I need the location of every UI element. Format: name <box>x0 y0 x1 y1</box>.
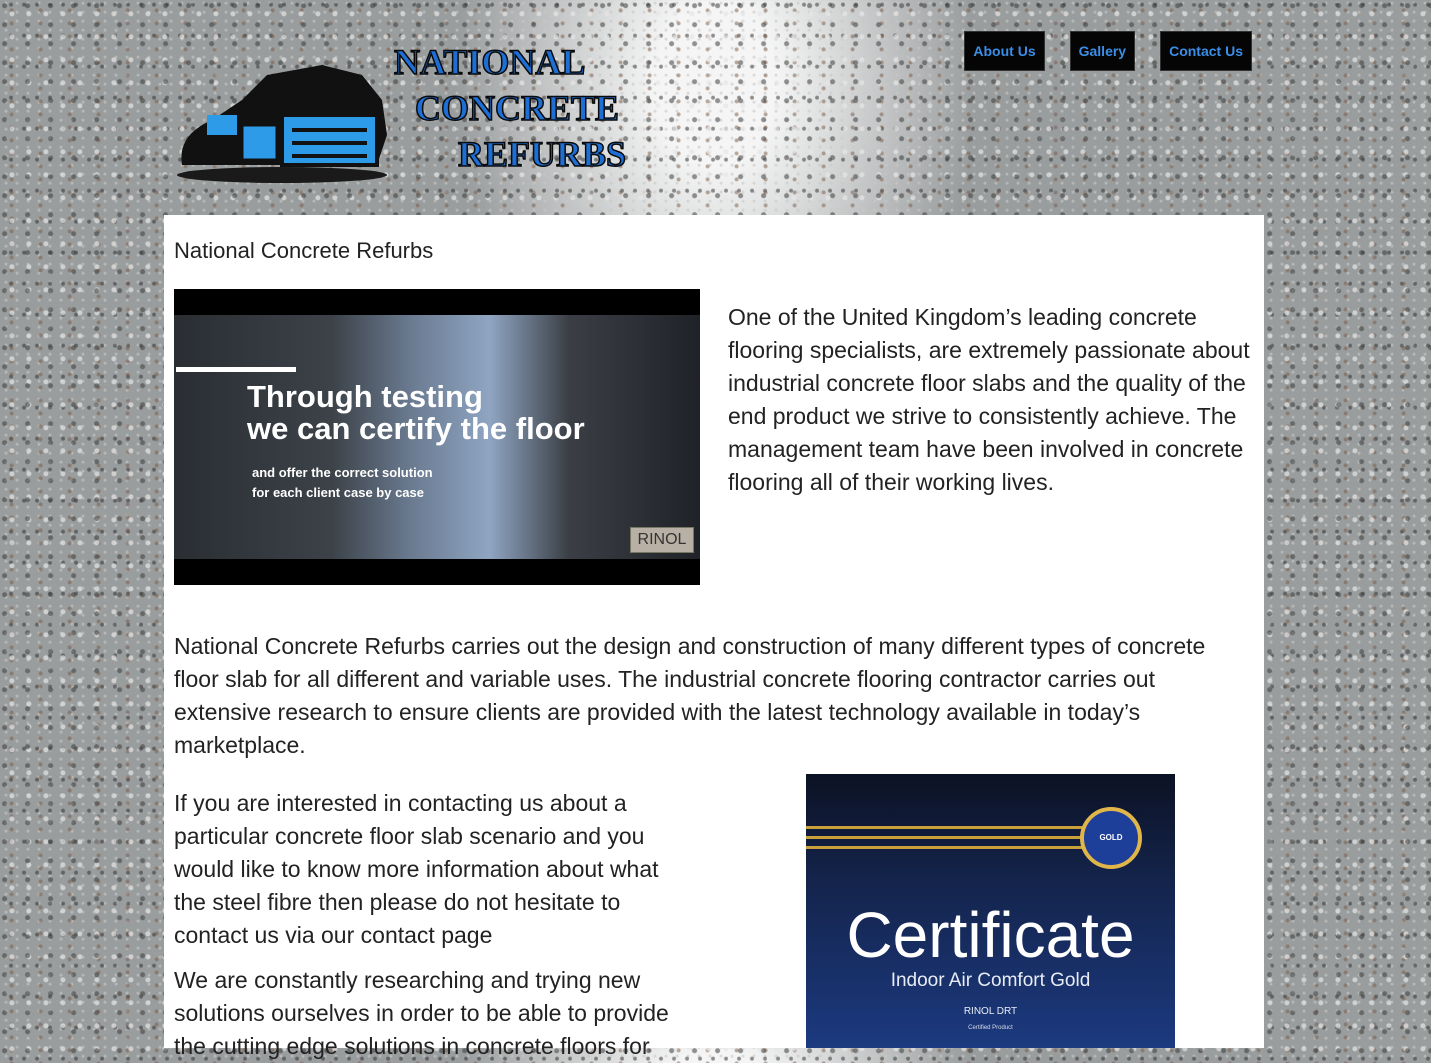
cert-title: Certificate <box>846 899 1135 971</box>
video-headline-line1: Through testing <box>247 379 483 414</box>
nav-about-us[interactable]: About Us <box>964 31 1045 71</box>
main-nav: About Us Gallery Contact Us <box>964 31 1252 71</box>
contact-paragraph: If you are interested in contacting us a… <box>174 790 659 948</box>
content-panel: National Concrete Refurbs Through testin… <box>164 215 1264 1059</box>
cert-tiny-label: Certified Product <box>968 1025 1013 1031</box>
logo-line1: NATIONAL <box>394 42 585 82</box>
cert-stripe <box>806 826 1106 829</box>
certificate-image: GOLD Certificate Indoor Air Comfort Gold… <box>806 774 1175 1048</box>
video-subtitle-line1: and offer the correct solution <box>252 465 433 480</box>
research-paragraph: We are constantly researching and trying… <box>174 967 669 1059</box>
video-accent-bar <box>176 367 296 372</box>
cert-stripe <box>806 846 1106 849</box>
intro-paragraph: One of the United Kingdom’s leading conc… <box>728 304 1250 495</box>
site-logo[interactable]: NATIONAL CONCRETE REFURBS <box>172 40 642 185</box>
logo-line2: CONCRETE <box>415 88 619 128</box>
nav-contact-us[interactable]: Contact Us <box>1160 31 1252 71</box>
services-paragraph: National Concrete Refurbs carries out th… <box>174 633 1206 758</box>
video-subtitle-line2: for each client case by case <box>252 485 424 500</box>
cert-product: RINOL DRT <box>963 1006 1018 1017</box>
video-brand-logo: RINOL <box>630 527 694 553</box>
cert-stripe <box>806 836 1106 839</box>
video-headline-line2: we can certify the floor <box>247 411 585 446</box>
site-header: NATIONAL CONCRETE REFURBS About Us Galle… <box>0 0 1431 215</box>
page-title: National Concrete Refurbs <box>174 238 434 263</box>
cert-seal-icon: GOLD <box>1080 807 1142 869</box>
cert-subtitle: Indoor Air Comfort Gold <box>890 970 1091 991</box>
nav-gallery[interactable]: Gallery <box>1069 31 1136 71</box>
promo-video[interactable]: Through testing we can certify the floor… <box>174 289 700 585</box>
logo-line3: REFURBS <box>458 134 626 174</box>
logo-graphic: NATIONAL CONCRETE REFURBS <box>177 41 627 183</box>
